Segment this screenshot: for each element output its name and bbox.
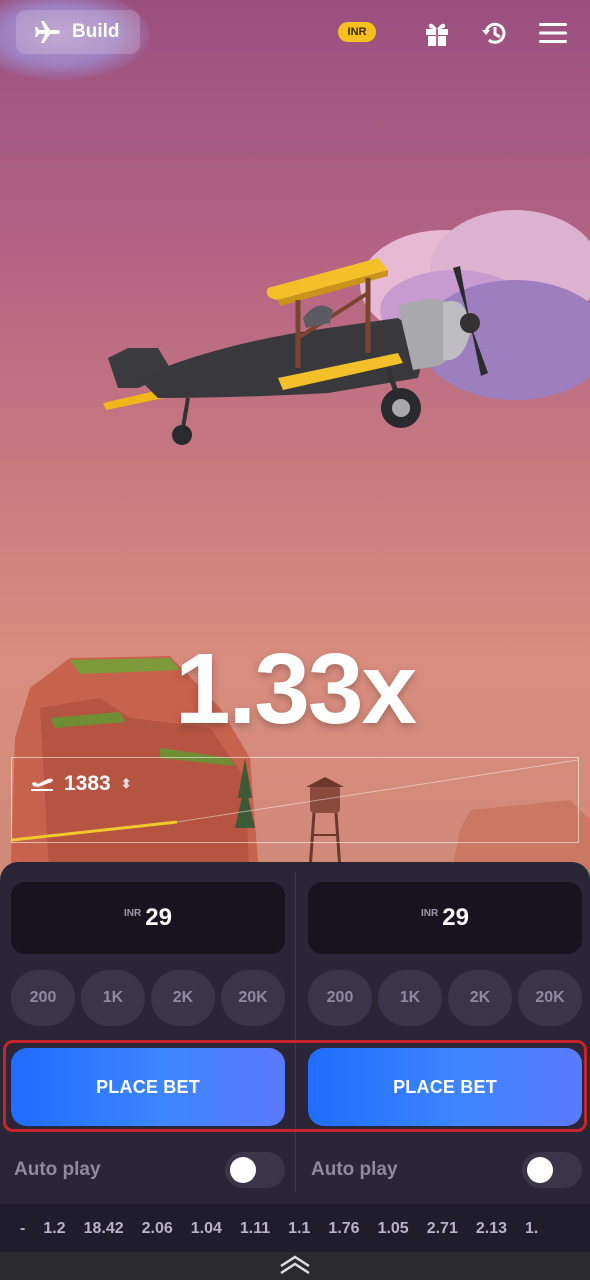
history-item: 2.06 <box>141 1220 173 1237</box>
history-item: 2.71 <box>426 1220 458 1237</box>
autoplay-label: Auto play <box>14 1159 101 1180</box>
history-item: 1.1 <box>288 1220 311 1237</box>
history-item: 1.11 <box>239 1220 271 1237</box>
chip-20k[interactable]: 20K <box>518 970 582 1026</box>
flight-graph <box>11 757 579 843</box>
bet-amount: 29 <box>145 904 172 931</box>
build-button[interactable]: Build <box>16 10 140 54</box>
airplane-icon <box>35 21 60 43</box>
gift-icon[interactable] <box>420 16 454 50</box>
takeoff-icon <box>31 778 53 791</box>
players-counter: 1383 ⬍ <box>30 772 132 796</box>
history-icon[interactable] <box>478 16 512 50</box>
history-item: 18.42 <box>83 1220 124 1237</box>
autoplay-row: Auto play <box>11 1152 285 1188</box>
bet-amount-field[interactable]: INR 29 <box>11 882 285 954</box>
history-item: 1. <box>524 1220 539 1237</box>
history-item: - <box>20 1220 26 1237</box>
history-item: 1.2 <box>43 1220 66 1237</box>
history-item: 1.76 <box>328 1220 360 1237</box>
currency-badge[interactable]: INR <box>338 22 376 42</box>
biplane-illustration <box>103 258 488 445</box>
currency-label: INR <box>124 907 142 919</box>
autoplay-label: Auto play <box>311 1159 398 1180</box>
multiplier-history[interactable]: - 1.2 18.42 2.06 1.04 1.11 1.1 1.76 1.05… <box>0 1206 590 1252</box>
currency-label: INR <box>421 907 439 919</box>
flight-curve <box>12 759 578 842</box>
quick-amounts: 200 1K 2K 20K <box>308 970 582 1026</box>
chip-200[interactable]: 200 <box>11 970 75 1026</box>
build-label: Build <box>72 21 120 42</box>
history-item: 1.05 <box>377 1220 409 1237</box>
game-scene: 1.33x 1383 ⬍ <box>0 0 590 880</box>
crash-multiplier: 1.33x <box>174 633 417 745</box>
autoplay-row: Auto play <box>308 1152 582 1188</box>
autoplay-toggle[interactable] <box>225 1152 285 1188</box>
panel-divider <box>295 872 296 1192</box>
chip-1k[interactable]: 1K <box>81 970 145 1026</box>
history-item: 2.13 <box>475 1220 507 1237</box>
bottom-bar <box>0 1252 590 1280</box>
bet-slot-2: INR 29 200 1K 2K 20K PLACE BET Auto play <box>308 882 582 1188</box>
chip-20k[interactable]: 20K <box>221 970 285 1026</box>
top-bar: Build INR <box>0 0 590 64</box>
chip-200[interactable]: 200 <box>308 970 372 1026</box>
history-item: 1.04 <box>190 1220 222 1237</box>
bet-amount-field[interactable]: INR 29 <box>308 882 582 954</box>
chip-1k[interactable]: 1K <box>378 970 442 1026</box>
autoplay-toggle[interactable] <box>522 1152 582 1188</box>
sort-icon[interactable]: ⬍ <box>121 776 132 792</box>
menu-icon[interactable] <box>536 16 570 50</box>
place-bet-highlight <box>3 1040 587 1132</box>
players-count: 1383 <box>64 772 111 795</box>
chip-2k[interactable]: 2K <box>151 970 215 1026</box>
bet-slot-1: INR 29 200 1K 2K 20K PLACE BET Auto play <box>11 882 285 1188</box>
chevron-up-icon[interactable] <box>275 1252 315 1276</box>
bet-amount: 29 <box>442 904 469 931</box>
chip-2k[interactable]: 2K <box>448 970 512 1026</box>
quick-amounts: 200 1K 2K 20K <box>11 970 285 1026</box>
